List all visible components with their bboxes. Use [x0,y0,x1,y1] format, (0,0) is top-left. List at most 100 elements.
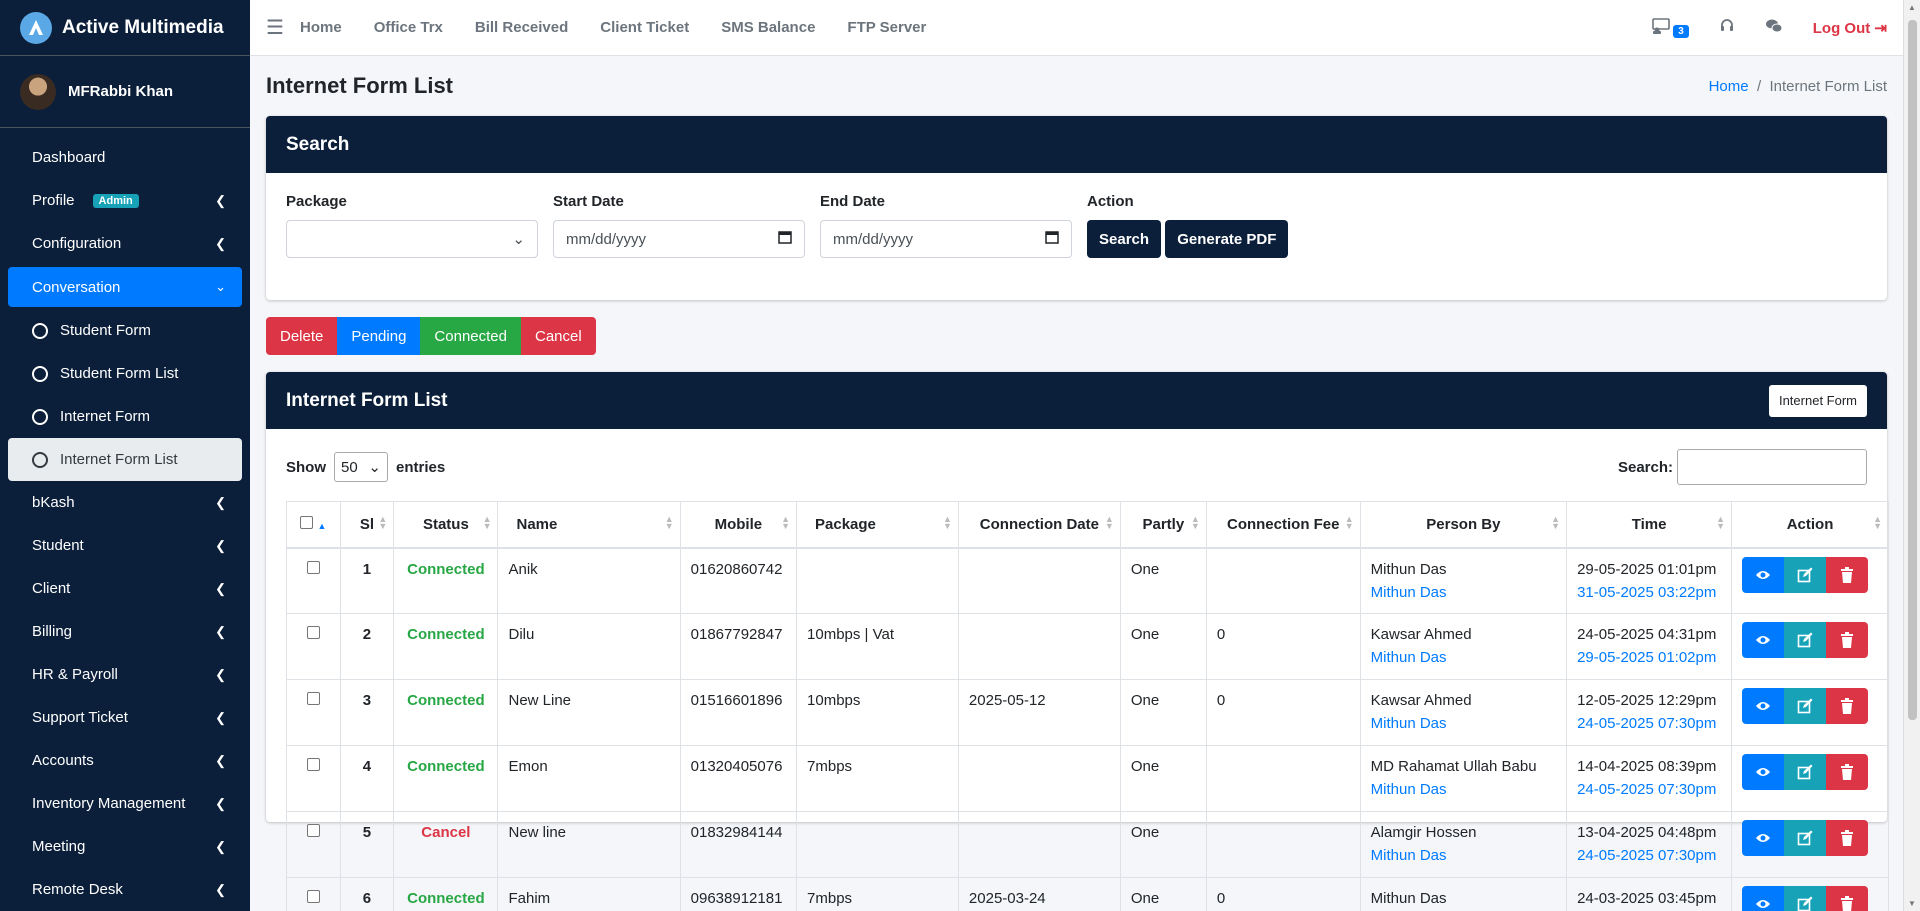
table-row[interactable]: 3 Connected New Line 01516601896 10mbps … [286,679,1889,746]
sidebar-item-support-ticket[interactable]: Support Ticket ❮ [8,696,242,739]
cancel-button[interactable]: Cancel [520,317,596,355]
delete-row-button[interactable] [1826,754,1869,790]
updated-by-link[interactable]: Mithun Das [1371,847,1556,864]
row-checkbox[interactable] [306,758,320,771]
sidebar-item-accounts[interactable]: Accounts ❮ [8,739,242,782]
page-scrollbar[interactable]: ▲ ▼ [1903,0,1920,911]
nav-link-ftp-server[interactable]: FTP Server [847,19,926,36]
row-checkbox[interactable] [306,890,320,903]
col-status[interactable]: Status ▲ ▼ [393,501,499,549]
updated-time-link[interactable]: 31-05-2025 03:22pm [1577,584,1721,601]
sidebar-item-conversation[interactable]: Conversation ⌄ [8,267,242,307]
view-button[interactable] [1742,688,1785,724]
nav-link-office-trx[interactable]: Office Trx [374,19,443,36]
view-button[interactable] [1742,820,1785,856]
search-button[interactable]: Search [1087,220,1162,258]
sidebar-item-student-form[interactable]: Student Form [8,309,242,352]
sidebar-item-dashboard[interactable]: Dashboard [8,136,242,179]
package-select[interactable]: ⌄ [286,220,538,258]
notifications-button[interactable]: 3 [1651,17,1689,39]
scroll-up-icon[interactable]: ▲ [1908,3,1916,12]
edit-button[interactable] [1784,688,1827,724]
updated-by-link[interactable]: Mithun Das [1371,715,1556,732]
col-action[interactable]: Action ▲ ▼ [1731,501,1889,549]
delete-button[interactable]: Delete [266,317,338,355]
breadcrumb-home[interactable]: Home [1709,78,1749,95]
updated-time-link[interactable]: 24-05-2025 07:30pm [1577,781,1721,798]
nav-link-sms-balance[interactable]: SMS Balance [721,19,815,36]
view-button[interactable] [1742,886,1785,911]
calendar-icon[interactable] [778,230,792,248]
col-person-by[interactable]: Person By ▲ ▼ [1359,501,1568,549]
sidebar-item-student-form-list[interactable]: Student Form List [8,352,242,395]
updated-time-link[interactable]: 24-05-2025 07:30pm [1577,847,1721,864]
nav-link-bill-received[interactable]: Bill Received [475,19,568,36]
sidebar-item-internet-form-list[interactable]: Internet Form List [8,438,242,481]
sidebar-item-billing[interactable]: Billing ❮ [8,610,242,653]
pending-button[interactable]: Pending [337,317,421,355]
col-connection-fee[interactable]: Connection Fee ▲ ▼ [1205,501,1361,549]
col-sl[interactable]: Sl ▲ ▼ [339,501,395,549]
comments-icon[interactable] [1765,18,1783,39]
col-name[interactable]: Name ▲ ▼ [497,501,681,549]
nav-link-home[interactable]: Home [300,19,342,36]
col-mobile[interactable]: Mobile ▲ ▼ [679,501,798,549]
sidebar-item-inventory[interactable]: Inventory Management ❮ [8,782,242,825]
updated-time-link[interactable]: 29-05-2025 01:02pm [1577,649,1721,666]
generate-pdf-button[interactable]: Generate PDF [1165,220,1289,258]
col-connection-date[interactable]: Connection Date ▲ ▼ [957,501,1121,549]
row-checkbox[interactable] [306,824,320,837]
col-partly[interactable]: Partly ▲ ▼ [1119,501,1207,549]
table-row[interactable]: 1 Connected Anik 01620860742 One Mithun … [286,547,1889,614]
row-checkbox[interactable] [306,692,320,705]
end-date-input[interactable]: mm/dd/yyyy [820,220,1072,258]
sidebar-item-client[interactable]: Client ❮ [8,567,242,610]
brand[interactable]: Active Multimedia [0,0,250,56]
edit-button[interactable] [1784,820,1827,856]
scroll-thumb[interactable] [1908,20,1917,720]
updated-time-link[interactable]: 24-05-2025 07:30pm [1577,715,1721,732]
row-checkbox[interactable] [306,626,320,639]
col-package[interactable]: Package ▲ ▼ [796,501,959,549]
delete-row-button[interactable] [1826,622,1869,658]
table-row[interactable]: 6 Connected Fahim 09638912181 7mbps 2025… [286,877,1889,911]
logout-button[interactable]: Log Out ⇥ [1813,19,1887,37]
headset-icon[interactable] [1719,18,1735,39]
user-panel[interactable]: MFRabbi Khan [0,56,250,128]
sidebar-item-bkash[interactable]: bKash ❮ [8,481,242,524]
sidebar-item-profile[interactable]: Profile Admin ❮ [8,179,242,222]
table-row[interactable]: 4 Connected Emon 01320405076 7mbps One M… [286,745,1889,812]
view-button[interactable] [1742,754,1785,790]
sidebar-item-meeting[interactable]: Meeting ❮ [8,825,242,868]
view-button[interactable] [1742,622,1785,658]
updated-by-link[interactable]: Mithun Das [1371,781,1556,798]
row-checkbox[interactable] [306,560,320,574]
nav-link-client-ticket[interactable]: Client Ticket [600,19,689,36]
updated-by-link[interactable]: Mithun Das [1371,584,1556,601]
sidebar-item-configuration[interactable]: Configuration ❮ [8,222,242,265]
sidebar-item-student[interactable]: Student ❮ [8,524,242,567]
delete-row-button[interactable] [1826,556,1869,593]
calendar-icon[interactable] [1045,230,1059,248]
delete-row-button[interactable] [1826,688,1869,724]
internet-form-button[interactable]: Internet Form [1768,384,1867,417]
table-row[interactable]: 5 Cancel New line 01832984144 One Alamgi… [286,811,1889,878]
col-time[interactable]: Time ▲ ▼ [1566,501,1733,549]
select-all-header[interactable]: ▲ [286,501,341,549]
edit-button[interactable] [1784,622,1827,658]
updated-by-link[interactable]: Mithun Das [1371,649,1556,666]
edit-button[interactable] [1784,886,1827,911]
table-row[interactable]: 2 Connected Dilu 01867792847 10mbps | Va… [286,613,1889,680]
entries-select[interactable]: 50 ⌄ [334,452,388,482]
hamburger-menu-icon[interactable]: ☰ [250,15,300,40]
sidebar-item-remote-desk[interactable]: Remote Desk ❮ [8,868,242,911]
connected-button[interactable]: Connected [420,317,521,355]
delete-row-button[interactable] [1826,886,1869,911]
start-date-input[interactable]: mm/dd/yyyy [553,220,805,258]
sidebar-item-internet-form[interactable]: Internet Form [8,395,242,438]
select-all-checkbox[interactable] [300,515,314,529]
edit-button[interactable] [1784,754,1827,790]
table-search-input[interactable] [1677,449,1867,485]
delete-row-button[interactable] [1826,820,1869,856]
sidebar-item-hr-payroll[interactable]: HR & Payroll ❮ [8,653,242,696]
